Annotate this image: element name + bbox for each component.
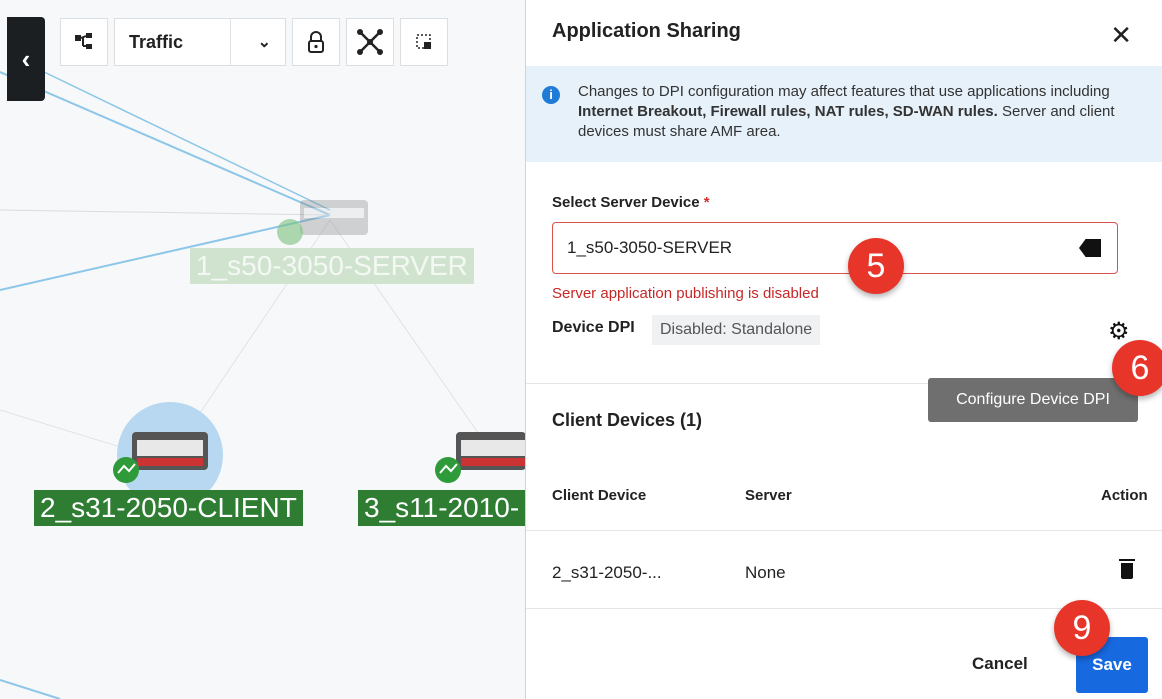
info-text-bold: Internet Breakout, Firewall rules, NAT r… — [578, 103, 998, 120]
info-text-part1: Changes to DPI configuration may affect … — [578, 83, 1110, 100]
client-health-icon — [113, 457, 139, 483]
select-area-icon — [416, 34, 431, 49]
switch-health-icon — [435, 457, 461, 483]
close-button[interactable]: ✕ — [1110, 20, 1132, 51]
hierarchy-icon — [75, 33, 92, 49]
client-device-icon — [132, 432, 208, 470]
panel-title: Application Sharing — [552, 20, 741, 42]
info-icon: i — [542, 86, 560, 104]
server-device-input[interactable]: 1_s50-3050-SERVER — [552, 222, 1118, 274]
backspace-clear-icon[interactable] — [1079, 239, 1101, 257]
device-dpi-status: Disabled: Standalone — [652, 315, 821, 345]
table-header-divider — [526, 530, 1162, 531]
configure-dpi-tooltip: Configure Device DPI — [928, 378, 1138, 422]
info-text: Changes to DPI configuration may affect … — [578, 82, 1148, 142]
required-mark: * — [703, 194, 710, 211]
chevron-down-icon: ⌄ — [257, 34, 271, 51]
server-cell: None — [745, 563, 786, 582]
client-device-cell: 2_s31-2050-... — [552, 563, 662, 582]
server-health-icon — [277, 219, 303, 245]
topology-toolbar: Traffic ⌄ — [60, 18, 448, 66]
info-banner: i Changes to DPI configuration may affec… — [526, 66, 1162, 162]
collapse-panel-button[interactable]: ‹ — [7, 17, 45, 101]
node-label-server[interactable]: 1_s50-3050-SERVER — [190, 248, 474, 284]
close-icon: ✕ — [1110, 20, 1132, 50]
layout-button[interactable] — [346, 18, 394, 66]
node-label-client[interactable]: 2_s31-2050-CLIENT — [34, 490, 303, 526]
column-header-client: Client Device — [552, 487, 647, 504]
application-sharing-panel: Application Sharing ✕ i Changes to DPI c… — [526, 0, 1162, 699]
hierarchy-view-button[interactable] — [60, 18, 108, 66]
switch-device-icon — [456, 432, 525, 470]
lock-button[interactable] — [292, 18, 340, 66]
topology-canvas[interactable]: 1_s50-3050-SERVER 2_s31-2050-CLIENT 3_s1… — [0, 0, 526, 699]
column-header-server: Server — [745, 487, 792, 504]
server-device-value: 1_s50-3050-SERVER — [567, 238, 733, 257]
configure-dpi-button[interactable]: ⚙ — [1108, 317, 1130, 346]
step-marker-9: 9 — [1054, 600, 1110, 656]
device-dpi-label: Device DPI — [552, 319, 635, 336]
server-error-text: Server application publishing is disable… — [552, 285, 819, 302]
node-label-switch[interactable]: 3_s11-2010- — [358, 490, 525, 526]
topology-links — [0, 69, 525, 699]
network-layout-icon — [357, 29, 383, 55]
chevron-left-icon: ‹ — [21, 43, 31, 74]
server-device-icon — [300, 200, 368, 235]
view-select[interactable]: Traffic ⌄ — [114, 18, 286, 66]
select-area-button[interactable] — [400, 18, 448, 66]
cancel-button[interactable]: Cancel — [972, 654, 1028, 674]
step-marker-6: 6 — [1112, 340, 1162, 396]
client-devices-title: Client Devices (1) — [552, 410, 703, 430]
delete-icon[interactable] — [1119, 559, 1135, 579]
lock-icon — [308, 31, 324, 53]
step-marker-5: 5 — [848, 238, 904, 294]
column-header-action: Action — [1101, 487, 1148, 504]
gear-icon: ⚙ — [1108, 318, 1130, 345]
server-device-label-text: Select Server Device — [552, 194, 700, 211]
server-device-label: Select Server Device * — [552, 194, 710, 211]
view-select-value: Traffic — [129, 31, 184, 52]
